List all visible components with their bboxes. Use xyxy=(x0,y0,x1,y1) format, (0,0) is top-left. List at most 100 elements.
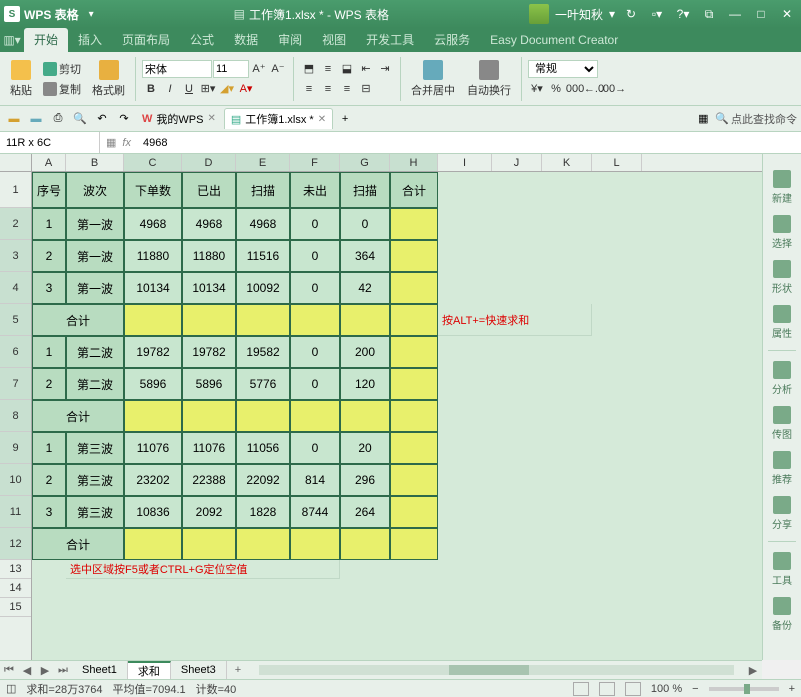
cell-F4[interactable]: 0 xyxy=(290,272,340,304)
cell-B2[interactable]: 第一波 xyxy=(66,208,124,240)
cell-D12[interactable] xyxy=(182,528,236,560)
side-btn-2[interactable]: 形状 xyxy=(772,260,792,295)
cell-C3[interactable]: 11880 xyxy=(124,240,182,272)
cell-I5[interactable]: 按ALT+=快速求和 xyxy=(438,304,592,336)
tab-data[interactable]: 数据 xyxy=(224,28,268,52)
cell-C1[interactable]: 下单数 xyxy=(124,172,182,208)
copy-button[interactable]: 复制 xyxy=(40,80,84,98)
paste-button[interactable]: 粘贴 xyxy=(6,58,36,100)
cell-D3[interactable]: 11880 xyxy=(182,240,236,272)
save-button[interactable]: ▬ xyxy=(26,109,46,129)
row-header-2[interactable]: 2 xyxy=(0,208,31,240)
cell-E4[interactable]: 10092 xyxy=(236,272,290,304)
font-color-button[interactable]: A▾ xyxy=(237,80,255,98)
cell-D6[interactable]: 19782 xyxy=(182,336,236,368)
cell-E6[interactable]: 19582 xyxy=(236,336,290,368)
cell-A9[interactable]: 1 xyxy=(32,432,66,464)
sheet-tab-1[interactable]: Sheet1 xyxy=(72,661,128,680)
col-header-K[interactable]: K xyxy=(542,154,592,171)
cell-D9[interactable]: 11076 xyxy=(182,432,236,464)
cell-B13[interactable]: 选中区域按F5或者CTRL+G定位空值 xyxy=(66,560,340,579)
cell-H8[interactable] xyxy=(390,400,438,432)
cell-E3[interactable]: 11516 xyxy=(236,240,290,272)
cell-G5[interactable] xyxy=(340,304,390,336)
font-name-select[interactable] xyxy=(142,60,212,78)
user-name[interactable]: 一叶知秋 xyxy=(555,6,603,23)
tab-edc[interactable]: Easy Document Creator xyxy=(480,28,628,52)
zoom-slider[interactable] xyxy=(709,687,779,691)
cell-C4[interactable]: 10134 xyxy=(124,272,182,304)
cell-G6[interactable]: 200 xyxy=(340,336,390,368)
underline-button[interactable]: U xyxy=(180,80,198,98)
cell-C8[interactable] xyxy=(124,400,182,432)
cell-H7[interactable] xyxy=(390,368,438,400)
view-break-button[interactable] xyxy=(625,682,641,696)
cell-F6[interactable]: 0 xyxy=(290,336,340,368)
cell-C11[interactable]: 10836 xyxy=(124,496,182,528)
row-header-9[interactable]: 9 xyxy=(0,432,31,464)
cell-A8[interactable]: 合计 xyxy=(32,400,124,432)
fx-options-icon[interactable]: ▦ xyxy=(106,136,116,149)
align-bottom-button[interactable]: ⬓ xyxy=(338,60,356,78)
cell-G8[interactable] xyxy=(340,400,390,432)
cell-H5[interactable] xyxy=(390,304,438,336)
cell-H1[interactable]: 合计 xyxy=(390,172,438,208)
cell-B4[interactable]: 第一波 xyxy=(66,272,124,304)
cell-A3[interactable]: 2 xyxy=(32,240,66,272)
cell-A1[interactable]: 序号 xyxy=(32,172,66,208)
cell-F7[interactable]: 0 xyxy=(290,368,340,400)
cell-C7[interactable]: 5896 xyxy=(124,368,182,400)
side-btn-0[interactable]: 新建 xyxy=(772,170,792,205)
preview-button[interactable]: 🔍 xyxy=(70,109,90,129)
cell-G4[interactable]: 42 xyxy=(340,272,390,304)
col-header-D[interactable]: D xyxy=(182,154,236,171)
cell-H6[interactable] xyxy=(390,336,438,368)
help-icon[interactable]: ?▾ xyxy=(673,4,693,24)
align-top-button[interactable]: ⬒ xyxy=(300,60,318,78)
maximize-button[interactable]: □ xyxy=(751,4,771,24)
cell-C9[interactable]: 11076 xyxy=(124,432,182,464)
row-header-4[interactable]: 4 xyxy=(0,272,31,304)
cell-E1[interactable]: 扫描 xyxy=(236,172,290,208)
align-middle-button[interactable]: ≡ xyxy=(319,60,337,78)
cell-D11[interactable]: 2092 xyxy=(182,496,236,528)
col-header-G[interactable]: G xyxy=(340,154,390,171)
minimize-button[interactable]: — xyxy=(725,4,745,24)
find-command[interactable]: 🔍 点此查找命令 xyxy=(715,111,797,127)
view-page-button[interactable] xyxy=(599,682,615,696)
tab-start[interactable]: 开始 xyxy=(24,28,68,52)
align-left-button[interactable]: ≡ xyxy=(300,80,318,98)
cell-A2[interactable]: 1 xyxy=(32,208,66,240)
new-tab-button[interactable]: + xyxy=(335,109,355,129)
horizontal-scrollbar[interactable] xyxy=(259,665,734,675)
cell-F11[interactable]: 8744 xyxy=(290,496,340,528)
cell-E5[interactable] xyxy=(236,304,290,336)
indent-dec-button[interactable]: ⇤ xyxy=(357,60,375,78)
wrap-text-button[interactable]: 自动换行 xyxy=(463,58,515,100)
user-dropdown-icon[interactable]: ▾ xyxy=(609,7,615,21)
cell-E10[interactable]: 22092 xyxy=(236,464,290,496)
cell-E8[interactable] xyxy=(236,400,290,432)
cell-A10[interactable]: 2 xyxy=(32,464,66,496)
sync-icon[interactable]: ↻ xyxy=(621,4,641,24)
cell-E7[interactable]: 5776 xyxy=(236,368,290,400)
cell-H3[interactable] xyxy=(390,240,438,272)
tab-layout[interactable]: 页面布局 xyxy=(112,28,180,52)
cell-F10[interactable]: 814 xyxy=(290,464,340,496)
merge-split-button[interactable]: ⊟ xyxy=(357,80,375,98)
row-header-10[interactable]: 10 xyxy=(0,464,31,496)
cell-A7[interactable]: 2 xyxy=(32,368,66,400)
zoom-out-button[interactable]: − xyxy=(692,683,698,695)
scroll-right-button[interactable]: ▶ xyxy=(744,664,762,677)
cell-B11[interactable]: 第三波 xyxy=(66,496,124,528)
cell-F5[interactable] xyxy=(290,304,340,336)
border-button[interactable]: ⊞▾ xyxy=(199,80,217,98)
name-box[interactable]: 11R x 6C xyxy=(0,132,100,153)
fx-button[interactable]: fx xyxy=(122,137,131,149)
side-btn-3[interactable]: 属性 xyxy=(772,305,792,340)
cell-F2[interactable]: 0 xyxy=(290,208,340,240)
cell-B1[interactable]: 波次 xyxy=(66,172,124,208)
tab-insert[interactable]: 插入 xyxy=(68,28,112,52)
cell-H9[interactable] xyxy=(390,432,438,464)
cell-D7[interactable]: 5896 xyxy=(182,368,236,400)
